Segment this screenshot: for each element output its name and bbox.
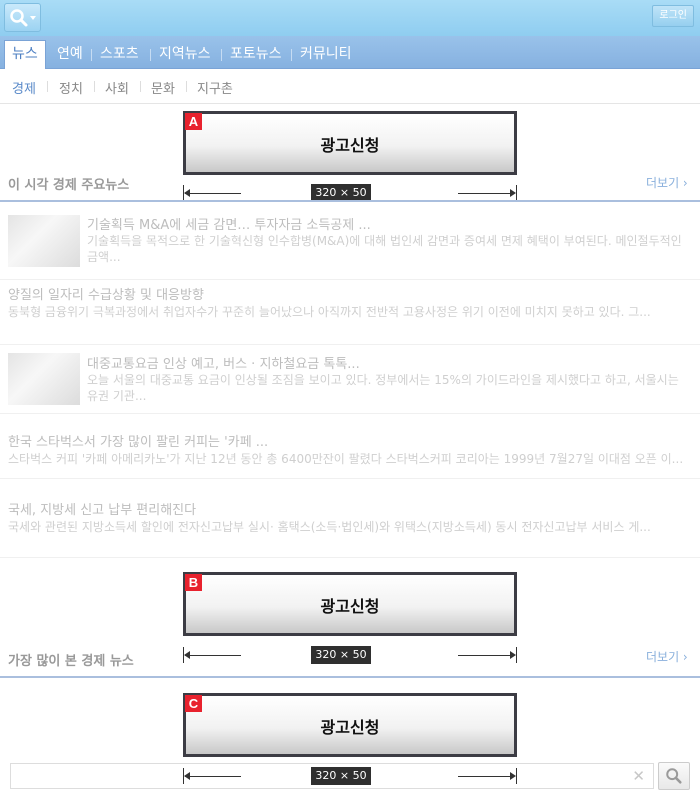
list-item[interactable]: 대중교통요금 인상 예고, 버스 · 지하철요금 톡톡... 오늘 서울의 대중… [0, 345, 700, 414]
ad-size-indicator: 320 × 50 [183, 646, 517, 664]
tab-divider [150, 49, 151, 61]
ad-label: 광고신청 [320, 136, 380, 155]
section-title: 가장 많이 본 경제 뉴스 [8, 654, 134, 669]
news-summary: 기술획득을 목적으로 한 기술혁신형 인수합병(M&A)에 대해 법인세 감면과… [87, 234, 682, 264]
search-icon [666, 768, 682, 784]
section-divider [0, 200, 700, 202]
news-title[interactable]: 한국 스타벅스서 가장 많이 팔린 커피는 '카페 ... [8, 431, 268, 450]
sub-nav: 경제 정치 사회 문화 지구촌 [0, 69, 700, 104]
list-item[interactable]: 양질의 일자리 수급상황 및 대응방향 동북형 금융위기 극복과정에서 취업자수… [0, 280, 700, 345]
ad-size-label: 320 × 50 [311, 646, 371, 664]
tab-local-news[interactable]: 지역뉴스 [159, 41, 211, 68]
clear-icon[interactable]: ✕ [632, 767, 645, 785]
tab-divider [291, 49, 292, 61]
subtab-politics[interactable]: 정치 [59, 78, 83, 97]
tab-news[interactable]: 뉴스 [4, 40, 46, 69]
news-thumbnail [8, 353, 80, 405]
tab-community[interactable]: 커뮤니티 [300, 41, 352, 68]
news-summary: 스타벅스 커피 '카페 아메리카노'가 지난 12년 동안 총 6400만잔이 … [8, 452, 684, 466]
ad-label: 광고신청 [320, 718, 380, 737]
news-title[interactable]: 국세, 지방세 신고 납부 편리해진다 [8, 499, 196, 518]
ad-size-indicator: 320 × 50 [183, 184, 517, 202]
ad-size-indicator: 320 × 50 [183, 767, 517, 785]
tab-divider [91, 49, 92, 61]
search-icon [10, 9, 28, 27]
bottom-search-button[interactable] [658, 762, 690, 790]
section-divider [0, 676, 700, 678]
tab-entertainment[interactable]: 연예 [57, 41, 83, 68]
ad-size-label: 320 × 50 [311, 767, 371, 785]
subtab-culture[interactable]: 문화 [151, 78, 175, 97]
more-link[interactable]: 더보기 › [646, 174, 688, 191]
news-thumbnail [8, 215, 80, 267]
main-nav: 뉴스 연예 스포츠 지역뉴스 포토뉴스 커뮤니티 [0, 36, 700, 69]
list-item[interactable]: 국세, 지방세 신고 납부 편리해진다 국세와 관련된 지방소득세 할인에 전자… [0, 479, 700, 558]
login-button[interactable]: 로그인 [652, 5, 694, 27]
subtab-economy[interactable]: 경제 [12, 78, 36, 97]
ad-label: 광고신청 [320, 597, 380, 616]
news-summary: 오늘 서울의 대중교통 요금이 인상될 조짐을 보이고 있다. 정부에서는 15… [87, 373, 679, 403]
tab-divider [221, 49, 222, 61]
section-title: 이 시각 경제 주요뉴스 [8, 178, 130, 193]
top-bar: 로그인 [0, 0, 700, 36]
news-title[interactable]: 양질의 일자리 수급상황 및 대응방향 [8, 284, 204, 303]
ad-badge: A [185, 113, 202, 130]
news-summary: 국세와 관련된 지방소득세 할인에 전자신고납부 실시· 홈택스(소득·법인세)… [8, 520, 651, 534]
subtab-divider [140, 81, 141, 92]
subtab-divider [186, 81, 187, 92]
list-item[interactable]: 한국 스타벅스서 가장 많이 팔린 커피는 '카페 ... 스타벅스 커피 '카… [0, 414, 700, 479]
more-link[interactable]: 더보기 › [646, 648, 688, 665]
tab-photo-news[interactable]: 포토뉴스 [230, 41, 282, 68]
subtab-divider [47, 81, 48, 92]
news-title[interactable]: 대중교통요금 인상 예고, 버스 · 지하철요금 톡톡... [87, 353, 360, 372]
subtab-society[interactable]: 사회 [105, 78, 129, 97]
tab-sports[interactable]: 스포츠 [100, 41, 139, 68]
subtab-global[interactable]: 지구촌 [197, 78, 233, 97]
ad-badge: B [185, 574, 202, 591]
news-summary: 동북형 금융위기 극복과정에서 취업자수가 꾸준히 늘어났으나 아직까지 전반적… [8, 305, 651, 319]
ad-banner-a[interactable]: A 광고신청 [183, 111, 517, 175]
search-toggle-button[interactable] [4, 3, 41, 32]
ad-banner-c[interactable]: C 광고신청 [183, 693, 517, 757]
ad-banner-b[interactable]: B 광고신청 [183, 572, 517, 636]
subtab-divider [94, 81, 95, 92]
list-item[interactable]: 기술획득 M&A에 세금 감면… 투자자금 소득공제 ... 기술획득을 목적으… [0, 205, 700, 280]
ad-badge: C [185, 695, 202, 712]
chevron-down-icon [30, 16, 36, 20]
news-title[interactable]: 기술획득 M&A에 세금 감면… 투자자금 소득공제 ... [87, 214, 371, 233]
